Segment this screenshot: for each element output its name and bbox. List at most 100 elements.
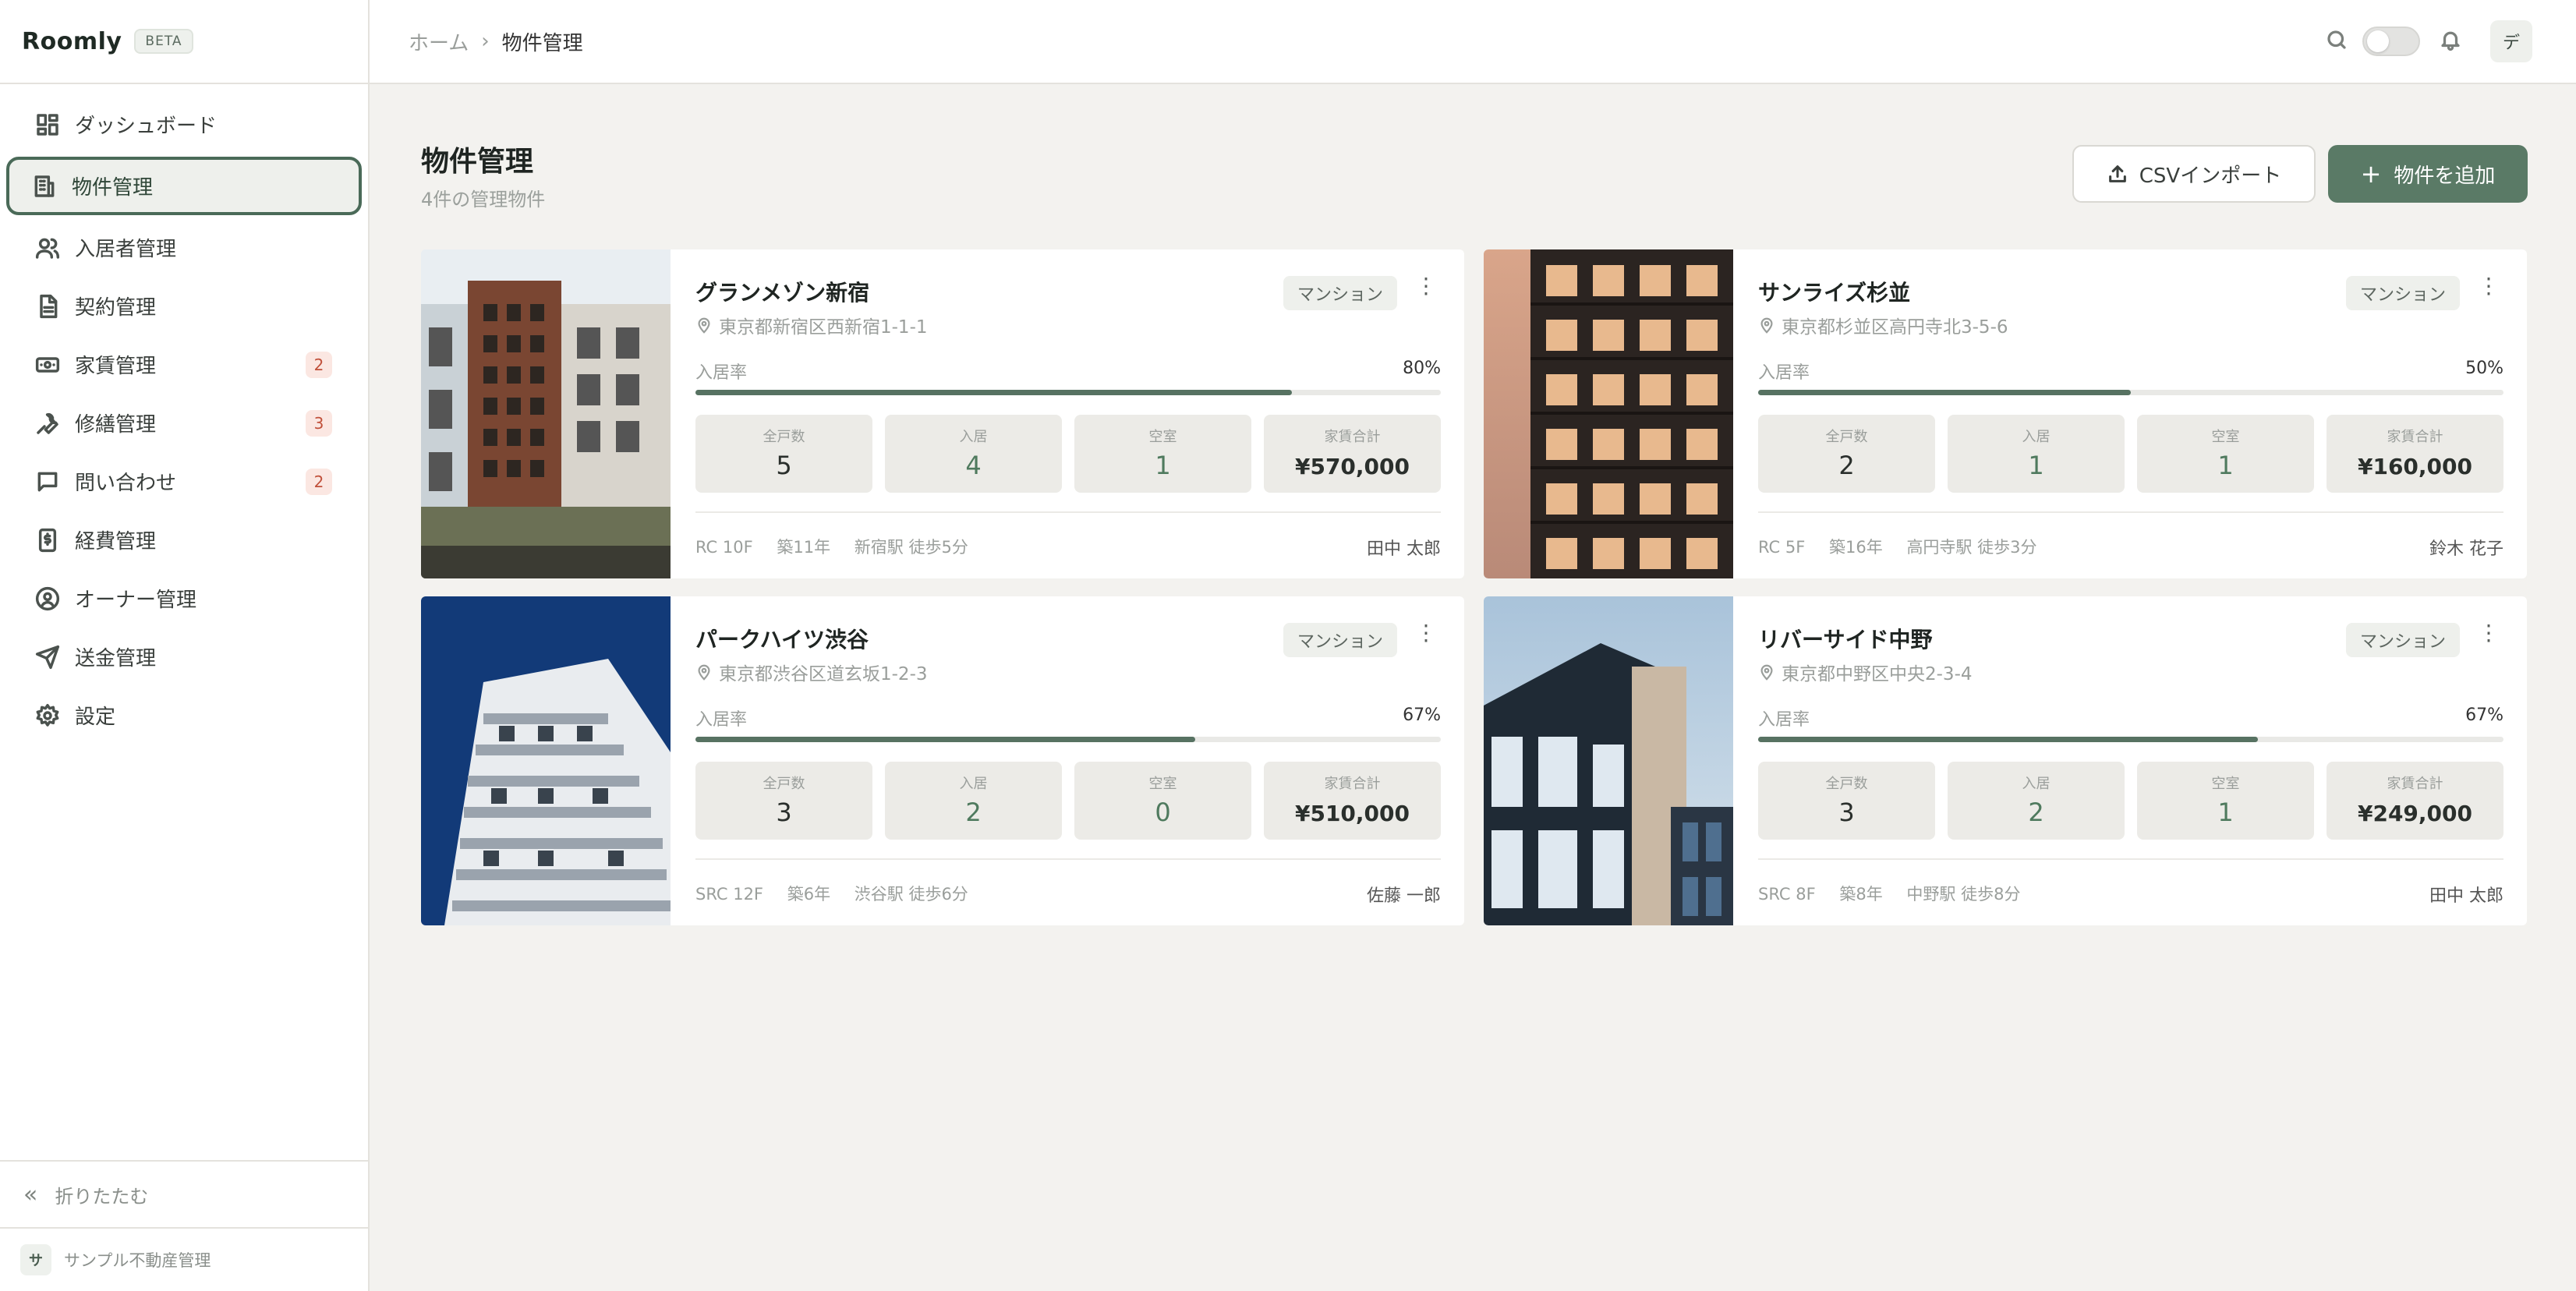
property-manager: 田中 太郎 (2429, 886, 2503, 906)
stat-value: ¥160,000 (2357, 454, 2472, 479)
page-title: 物件管理 (421, 146, 534, 178)
property-station: 渋谷駅 徒歩6分 (854, 885, 968, 904)
stat-total-units: 全戸数 2 (1758, 415, 1935, 493)
sidebar-item-rent[interactable]: 家賃管理 2 (6, 335, 362, 394)
bell-icon[interactable] (2439, 28, 2462, 55)
stat-value: ¥510,000 (1294, 801, 1410, 826)
sidebar-badge: 2 (306, 468, 332, 495)
app-name[interactable]: Roomly (22, 28, 122, 55)
property-name[interactable]: パークハイツ渋谷 (695, 623, 869, 654)
user-avatar[interactable]: デ (2490, 20, 2532, 62)
property-age: 築16年 (1829, 538, 1883, 557)
collapse-sidebar-button[interactable]: « 折りたたむ (0, 1160, 368, 1227)
stat-value: ¥249,000 (2357, 801, 2472, 826)
sidebar-item-dashboard[interactable]: ダッシュボード (6, 95, 362, 154)
search-icon[interactable] (2325, 28, 2348, 55)
stat-label: 空室 (1148, 776, 1177, 792)
occupancy-progress (695, 737, 1441, 742)
sidebar-item-settings[interactable]: 設定 (6, 686, 362, 745)
occupancy-progress (1758, 390, 2503, 395)
map-pin-icon (698, 664, 710, 681)
stat-label: 全戸数 (763, 429, 805, 445)
property-address-text: 東京都新宿区西新宿1-1-1 (719, 317, 928, 338)
stat-value: 3 (1838, 798, 1855, 827)
sidebar-item-contracts[interactable]: 契約管理 (6, 277, 362, 335)
sidebar-item-inquiries[interactable]: 問い合わせ 2 (6, 452, 362, 511)
sidebar-item-label: 物件管理 (72, 176, 154, 200)
stat-label: 入居 (959, 429, 988, 445)
property-manager: 鈴木 花子 (2429, 539, 2503, 559)
stat-label: 入居 (2022, 776, 2051, 792)
more-vertical-icon[interactable]: ⋮ (2477, 620, 2500, 646)
sidebar-item-properties[interactable]: 物件管理 (6, 157, 362, 215)
property-age: 築8年 (1839, 885, 1883, 904)
divider (1758, 858, 2503, 860)
stat-label: 空室 (2211, 429, 2240, 445)
more-vertical-icon[interactable]: ⋮ (2477, 273, 2500, 299)
sidebar-nav: ダッシュボード 物件管理 入居者管理 契約管理 家賃管理 2 修繕管理 3 問い… (0, 84, 368, 745)
more-vertical-icon[interactable]: ⋮ (1414, 273, 1438, 299)
property-address: 東京都渋谷区道玄坂1-2-3 (695, 659, 928, 685)
property-card[interactable]: パークハイツ渋谷 東京都渋谷区道玄坂1-2-3 マンション ⋮ 入居率 67% … (421, 596, 1464, 925)
stat-label: 空室 (1148, 429, 1177, 445)
stats-row: 全戸数 3 入居 2 空室 1 家賃合計 ¥249,000 (1758, 762, 2503, 840)
stat-value: 1 (1155, 451, 1171, 480)
page-subtitle: 4件の管理物件 (421, 189, 546, 210)
sidebar-item-tenants[interactable]: 入居者管理 (6, 218, 362, 277)
property-address: 東京都杉並区高円寺北3-5-6 (1758, 312, 2008, 338)
beta-badge: BETA (134, 29, 193, 54)
stat-value: 5 (776, 451, 792, 480)
sidebar-item-remittance[interactable]: 送金管理 (6, 628, 362, 686)
property-address: 東京都新宿区西新宿1-1-1 (695, 312, 928, 338)
stats-row: 全戸数 2 入居 1 空室 1 家賃合計 ¥160,000 (1758, 415, 2503, 493)
add-property-button[interactable]: + 物件を追加 (2328, 145, 2528, 203)
sidebar-item-repairs[interactable]: 修繕管理 3 (6, 394, 362, 452)
property-card[interactable]: リバーサイド中野 東京都中野区中央2-3-4 マンション ⋮ 入居率 67% 全… (1484, 596, 2527, 925)
stat-value: 2 (2028, 798, 2044, 827)
sidebar-item-label: 入居者管理 (75, 238, 177, 261)
organization-switcher[interactable]: サ サンプル不動産管理 (0, 1227, 368, 1291)
csv-import-label: CSVインポート (2139, 164, 2282, 188)
document-icon (34, 293, 61, 320)
divider (695, 858, 1441, 860)
csv-import-button[interactable]: CSVインポート (2072, 145, 2316, 203)
stat-value: 1 (2217, 451, 2234, 480)
stat-label: 家賃合計 (2387, 776, 2443, 792)
property-meta: SRC 8F 築8年 中野駅 徒歩8分 (1758, 882, 2039, 905)
property-type-badge: マンション (1283, 623, 1397, 657)
property-structure: SRC 12F (695, 885, 764, 904)
property-card-body: リバーサイド中野 東京都中野区中央2-3-4 マンション ⋮ 入居率 67% 全… (1758, 596, 2503, 925)
sidebar-item-owners[interactable]: オーナー管理 (6, 569, 362, 628)
breadcrumb-separator-icon: › (481, 30, 490, 53)
theme-toggle[interactable] (2362, 27, 2420, 56)
banknote-icon (34, 352, 61, 378)
send-icon (34, 644, 61, 670)
stat-value: 2 (965, 798, 982, 827)
property-name[interactable]: リバーサイド中野 (1758, 623, 1932, 654)
property-card[interactable]: サンライズ杉並 東京都杉並区高円寺北3-5-6 マンション ⋮ 入居率 50% … (1484, 249, 2527, 578)
property-name[interactable]: グランメゾン新宿 (695, 276, 869, 307)
occupancy-label: 入居率 (1758, 363, 1810, 383)
property-card[interactable]: グランメゾン新宿 東京都新宿区西新宿1-1-1 マンション ⋮ 入居率 80% … (421, 249, 1464, 578)
building-photo-icon (421, 249, 671, 578)
property-name[interactable]: サンライズ杉並 (1758, 276, 1910, 307)
property-structure: RC 10F (695, 538, 753, 557)
property-card-body: グランメゾン新宿 東京都新宿区西新宿1-1-1 マンション ⋮ 入居率 80% … (695, 249, 1441, 578)
breadcrumb-current: 物件管理 (501, 31, 583, 55)
property-station: 中野駅 徒歩8分 (1906, 885, 2021, 904)
breadcrumb-home[interactable]: ホーム (409, 27, 469, 56)
property-address-text: 東京都杉並区高円寺北3-5-6 (1782, 317, 2008, 338)
sidebar-item-expenses[interactable]: 経費管理 (6, 511, 362, 569)
stats-row: 全戸数 5 入居 4 空室 1 家賃合計 ¥570,000 (695, 415, 1441, 493)
stat-value: 1 (2217, 798, 2234, 827)
more-vertical-icon[interactable]: ⋮ (1414, 620, 1438, 646)
gear-icon (34, 702, 61, 729)
stat-label: 入居 (959, 776, 988, 792)
occupancy-value: 67% (1403, 706, 1441, 725)
stat-label: 家賃合計 (1324, 776, 1381, 792)
occupancy-progress (1758, 737, 2503, 742)
occupancy-value: 50% (2465, 359, 2503, 378)
stat-rent-total: 家賃合計 ¥510,000 (1264, 762, 1441, 840)
stats-row: 全戸数 3 入居 2 空室 0 家賃合計 ¥510,000 (695, 762, 1441, 840)
stat-label: 全戸数 (763, 776, 805, 792)
